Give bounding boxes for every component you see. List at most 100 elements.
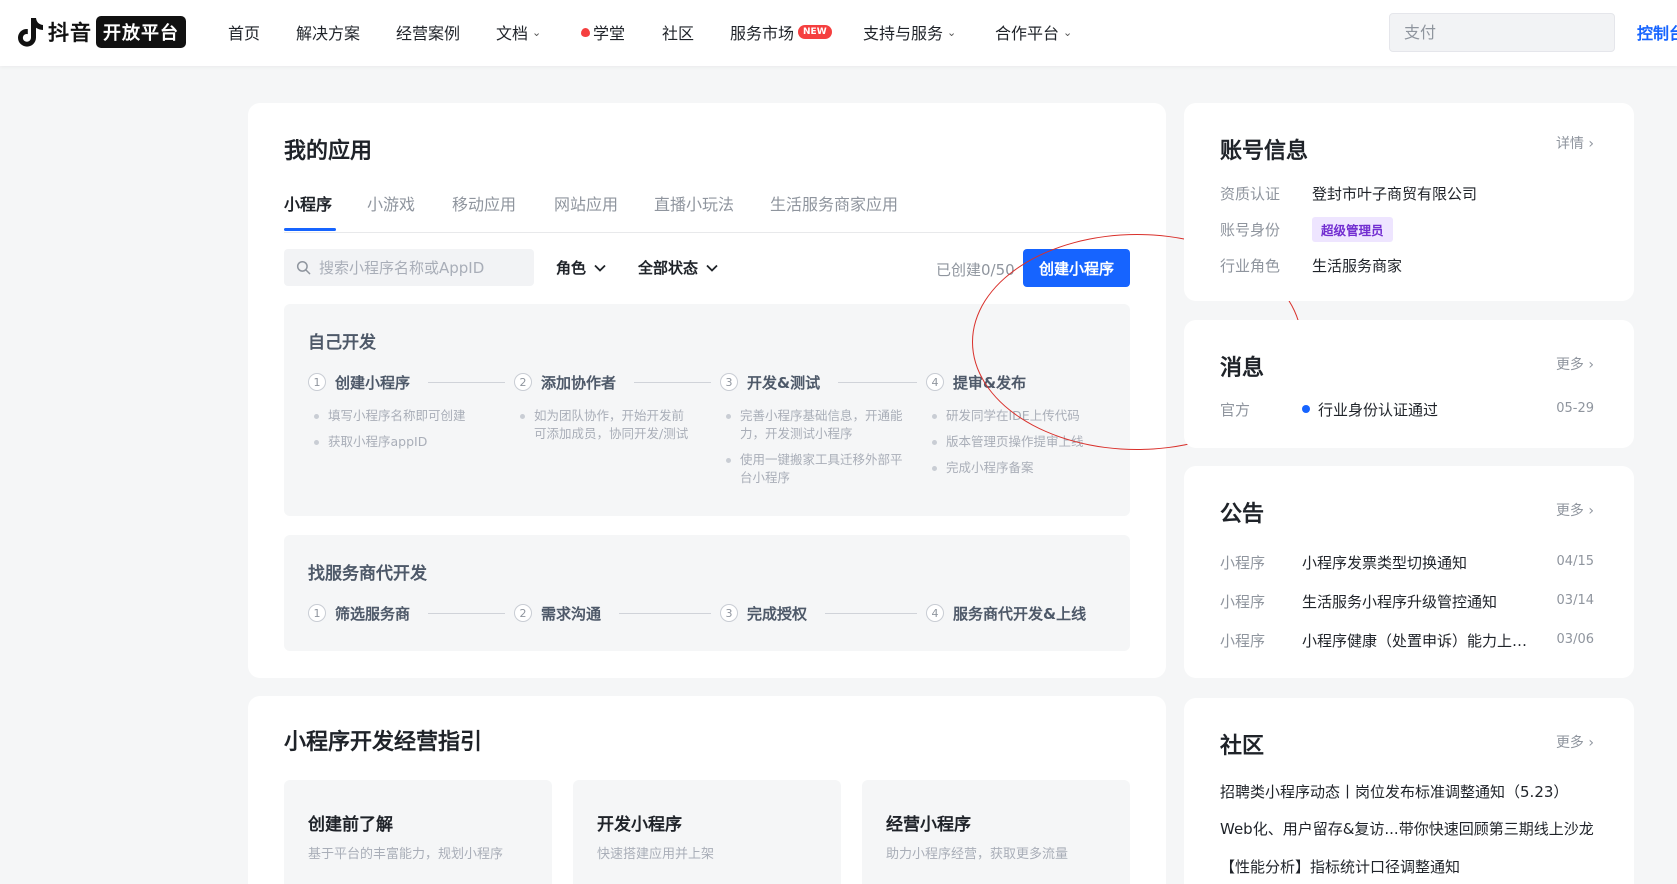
account-row-label: 账号身份 [1220,221,1281,239]
active-tab-indicator [284,228,336,231]
announcements-more-label: 更多 [1555,503,1584,519]
announcements-title: 公告 [1220,502,1265,527]
step-number: 4 [926,604,944,622]
nav-cases[interactable]: 经营案例 [396,20,460,44]
step-number: 1 [308,373,326,391]
nav-community-label: 社区 [662,24,695,43]
announcements-more-link[interactable]: 更多 › [1556,500,1594,520]
step-bullet: 完成小程序备案 [932,459,1112,477]
nav-support-label: 支持与服务 [863,24,944,43]
announcement-title[interactable]: 小程序发票类型切换通知 [1302,552,1538,573]
announcements-card: 公告 更多 › 小程序 小程序发票类型切换通知 04/15 小程序 生活服务小程… [1184,466,1634,678]
account-details-link[interactable]: 详情 › [1556,133,1594,153]
community-post[interactable]: 招聘类小程序动态丨岗位发布标准调整通知（5.23） [1220,781,1600,802]
self-dev-title: 自己开发 [308,333,376,353]
chevron-down-icon: ⌄ [1063,25,1073,39]
logo-badge: 开放平台 [96,16,186,48]
message-item[interactable]: 行业身份认证通过 [1302,399,1438,420]
step-connector [428,612,505,614]
step-number: 3 [720,604,738,622]
guide-card-desc: 快速搭建应用并上架 [597,847,715,862]
step-bullet: 版本管理页操作提审上线 [932,433,1112,451]
flame-icon [581,27,590,37]
my-apps-title: 我的应用 [284,139,373,164]
sp-step-4: 4 服务商代开发&上线 [926,602,1116,624]
tab-live-play[interactable]: 直播小玩法 [654,191,734,215]
app-type-tabs: 小程序 小游戏 移动应用 网站应用 直播小玩法 生活服务商家应用 [284,191,1130,233]
chevron-right-icon: › [1588,136,1594,152]
role-dropdown-label: 角色 [556,259,587,277]
account-info-title: 账号信息 [1220,139,1309,164]
sp-step-3: 3 完成授权 [720,602,925,624]
unread-dot-icon [1302,405,1310,413]
douyin-logo-icon [18,18,43,47]
nav-academy[interactable]: 学堂 [581,20,625,44]
step-label: 开发&测试 [747,373,821,392]
account-details-label: 详情 [1555,136,1584,152]
step-connector [619,612,711,614]
community-more-link[interactable]: 更多 › [1556,732,1594,752]
company-name: 登封市叶子商贸有限公司 [1312,185,1478,203]
logo-text: 抖音 [48,21,92,45]
industry-role: 生活服务商家 [1312,257,1403,275]
chevron-down-icon: ⌄ [947,25,957,39]
status-dropdown-label: 全部状态 [638,259,699,277]
announcement-title[interactable]: 生活服务小程序升级管控通知 [1302,591,1538,612]
nav-solutions[interactable]: 解决方案 [296,20,360,44]
community-post[interactable]: 【性能分析】指标统计口径调整通知 [1220,856,1600,877]
chevron-right-icon: › [1588,735,1594,751]
chevron-down-icon: ⌄ [532,25,542,39]
guide-title: 小程序开发经营指引 [284,730,483,755]
account-info-card: 账号信息 详情 › 资质认证 登封市叶子商贸有限公司 账号身份 超级管理员 行业… [1184,103,1634,301]
chevron-right-icon: › [1588,503,1594,519]
guide-card-operate[interactable]: 经营小程序 助力小程序经营，获取更多流量 [862,780,1130,884]
chevron-right-icon: › [1588,357,1594,373]
announcement-date: 04/15 [1556,554,1594,569]
step-bullet: 获取小程序appID [314,433,494,451]
guide-card-desc: 基于平台的丰富能力，规划小程序 [308,847,504,862]
console-link[interactable]: 控制台 [1637,20,1677,44]
step-connector [825,612,917,614]
community-post[interactable]: Web化、用户留存&复访...带你快速回顾第三期线上沙龙 [1220,818,1600,839]
tab-website-app[interactable]: 网站应用 [554,191,618,215]
tab-mini-game[interactable]: 小游戏 [367,191,415,215]
messages-title: 消息 [1220,356,1265,381]
nav-docs[interactable]: 文档 ⌄ [496,20,541,44]
nav-partners[interactable]: 合作平台 ⌄ [995,20,1072,44]
global-search-input[interactable] [1404,23,1604,42]
app-search-input[interactable] [319,258,519,277]
tab-mobile-app[interactable]: 移动应用 [452,191,516,215]
create-mini-program-button[interactable]: 创建小程序 [1023,249,1130,287]
guide-card-desc: 助力小程序经营，获取更多流量 [886,847,1069,862]
message-date: 05-29 [1556,401,1594,416]
messages-more-label: 更多 [1555,357,1584,373]
guide-card-before-create[interactable]: 创建前了解 基于平台的丰富能力，规划小程序 [284,780,552,884]
announcement-title[interactable]: 小程序健康（处置申诉）能力上线通知 [1302,630,1538,651]
nav-service-market[interactable]: 服务市场 NEW [730,20,832,44]
nav-support[interactable]: 支持与服务 ⌄ [863,20,956,44]
nav-community[interactable]: 社区 [662,20,694,44]
guide-card-develop[interactable]: 开发小程序 快速搭建应用并上架 [573,780,841,884]
tab-mini-program[interactable]: 小程序 [284,191,332,215]
top-nav: 抖音 开放平台 首页 解决方案 经营案例 文档 ⌄ 学堂 社区 服务市场 NEW 支… [0,0,1677,66]
account-row-label: 行业角色 [1220,257,1281,275]
logo[interactable]: 抖音 开放平台 [16,16,186,48]
tab-local-merchant-app[interactable]: 生活服务商家应用 [770,191,898,215]
step-number: 2 [514,373,532,391]
nav-home-label: 首页 [228,24,261,43]
nav-solutions-label: 解决方案 [296,24,361,43]
step-bullet: 完善小程序基础信息，开通能力，开发测试小程序 [726,407,906,443]
step-bullet: 填写小程序名称即可创建 [314,407,494,425]
announcement-date: 03/14 [1556,593,1594,608]
self-dev-step-1: 1 创建小程序 填写小程序名称即可创建 获取小程序appID [308,371,513,459]
guide-card-title: 创建前了解 [308,815,393,835]
step-label: 完成授权 [747,604,808,623]
role-dropdown[interactable]: 角色 [556,257,606,278]
status-dropdown[interactable]: 全部状态 [638,257,718,278]
step-label: 筛选服务商 [335,604,411,623]
messages-card: 消息 更多 › 官方 行业身份认证通过 05-29 [1184,320,1634,448]
nav-home[interactable]: 首页 [228,20,260,44]
self-dev-step-2: 2 添加协作者 如为团队协作，开始开发前可添加成员，协同开发/测试 [514,371,719,451]
messages-more-link[interactable]: 更多 › [1556,354,1594,374]
nav-academy-label: 学堂 [593,24,626,43]
